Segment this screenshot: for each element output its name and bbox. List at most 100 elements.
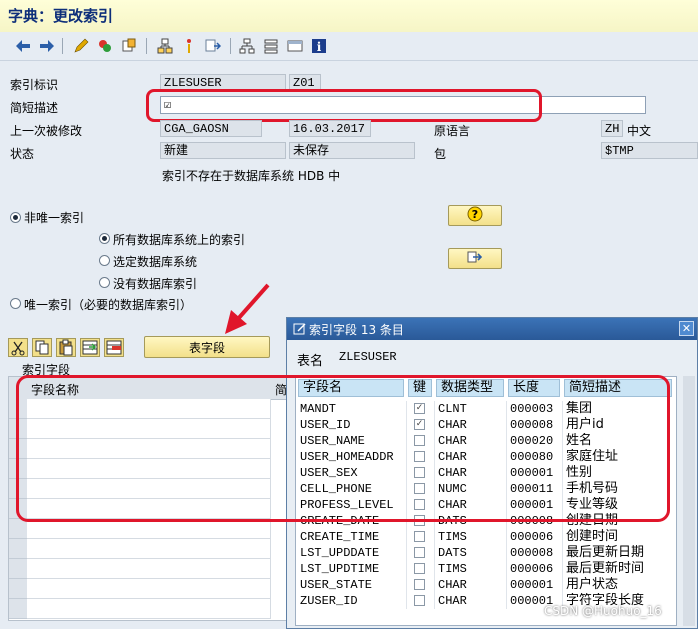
short-desc-label: 简短描述 [10,101,59,115]
status-field-2: 未保存 [289,142,415,159]
table-row[interactable]: USER_STATE CHAR 000001 用户状态 [296,577,676,593]
display-mode-icon[interactable] [180,37,198,55]
column-divider [562,529,563,545]
short-desc-cell: 创建时间 [566,529,619,544]
length-cell: 000008 [510,546,554,560]
key-checkbox [414,547,425,558]
field-name-cell[interactable] [27,519,271,539]
db-help-button[interactable]: ? [448,205,502,226]
popup-highlight-box [16,375,670,522]
info-icon[interactable]: i [310,37,328,55]
column-divider [562,545,563,561]
table-row[interactable]: LST_UPDTIME TIMS 000006 最后更新时间 [296,561,676,577]
key-checkbox [414,531,425,542]
column-divider [434,577,435,593]
svg-text:i: i [317,40,322,54]
orig-lang-name: 中文 [627,124,652,138]
last-changed-label: 上一次被修改 [10,124,83,138]
db-select-button[interactable] [448,248,502,269]
package-field: $TMP [601,142,698,159]
insert-row-icon[interactable] [80,338,100,357]
column-divider [506,561,507,577]
field-name-cell: LST_UPDTIME [300,562,380,576]
cut-icon[interactable] [8,338,28,357]
column-divider [406,577,407,593]
hierarchy-icon[interactable] [156,37,174,55]
column-divider [562,577,563,593]
orig-lang-label: 原语言 [434,124,471,138]
delete-row-icon[interactable] [104,338,124,357]
field-name-cell[interactable] [27,599,271,619]
table-fields-button[interactable]: 表字段 [144,336,270,358]
copy-icon[interactable] [32,338,52,357]
column-divider [506,577,507,593]
window-icon[interactable] [286,37,304,55]
no-db-radio[interactable] [99,277,110,288]
popup-close-icon[interactable]: ✕ [679,321,694,336]
no-db-label: 没有数据库索引 [113,277,198,291]
table-row[interactable] [9,579,289,599]
edit-pen-icon[interactable] [72,37,90,55]
highlight-box [146,89,542,122]
forward-arrow-icon[interactable] [38,37,56,55]
length-cell: 000001 [510,578,554,592]
orig-lang-code-field: ZH [601,120,623,137]
unique-radio[interactable] [10,298,21,309]
stack-icon[interactable] [262,37,280,55]
index-id-label: 索引标识 [10,78,59,92]
column-divider [434,545,435,561]
field-name-cell[interactable] [27,539,271,559]
object-check-icon[interactable] [120,37,138,55]
arrow-right-icon [467,250,483,267]
table-row[interactable] [9,539,289,559]
field-name-cell: ZUSER_ID [300,594,358,608]
back-arrow-icon[interactable] [14,37,32,55]
row-selector[interactable] [9,559,27,579]
row-selector[interactable] [9,579,27,599]
selected-db-label: 选定数据库系统 [113,255,198,269]
short-desc-cell: 最后更新时间 [566,561,645,576]
table-row[interactable]: LST_UPDDATE DATS 000008 最后更新日期 [296,545,676,561]
activate-icon[interactable] [96,37,114,55]
column-divider [406,529,407,545]
non-unique-radio[interactable] [10,212,21,223]
column-divider [434,529,435,545]
field-name-cell: USER_STATE [300,578,373,592]
field-name-cell[interactable] [27,579,271,599]
sub-object-icon[interactable] [204,37,222,55]
watermark: CSDN @Huohuo_16 [544,604,662,618]
status-field-1: 新建 [160,142,286,159]
data-type-cell: TIMS [438,530,467,544]
popup-table-value: ZLESUSER [339,350,397,364]
column-divider [506,593,507,609]
table-row[interactable] [9,559,289,579]
last-changed-date-field: 16.03.2017 [289,120,371,137]
column-divider [506,545,507,561]
length-cell: 000006 [510,530,554,544]
length-cell: 000006 [510,562,554,576]
toolbar-separator [62,38,63,54]
help-icon: ? [467,206,483,225]
toolbar-separator [146,38,147,54]
last-changed-user-field: CGA_GAOSN [160,120,262,137]
all-db-radio[interactable] [99,233,110,244]
field-name-cell: CREATE_TIME [300,530,380,544]
tree-icon[interactable] [238,37,256,55]
field-name-cell[interactable] [27,559,271,579]
selected-db-radio[interactable] [99,255,110,266]
package-label: 包 [434,147,447,161]
column-divider [506,529,507,545]
data-type-cell: CHAR [438,594,467,608]
toolbar-separator [230,38,231,54]
popup-title-bar: 索引字段 13 条目 ✕ [287,318,697,340]
application-toolbar: i [0,32,698,61]
paste-icon[interactable] [56,338,76,357]
row-selector[interactable] [9,599,27,619]
table-row[interactable]: CREATE_TIME TIMS 000006 创建时间 [296,529,676,545]
column-divider [406,593,407,609]
row-selector[interactable] [9,519,27,539]
popup-scrollbar[interactable] [683,376,695,626]
table-row[interactable] [9,519,289,539]
row-selector[interactable] [9,539,27,559]
table-row[interactable] [9,599,289,619]
